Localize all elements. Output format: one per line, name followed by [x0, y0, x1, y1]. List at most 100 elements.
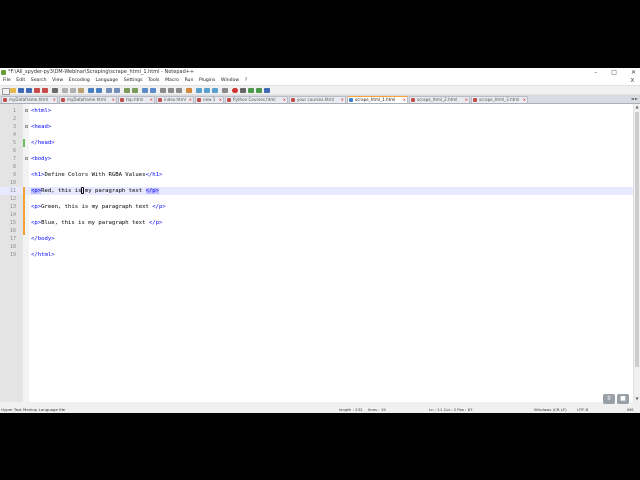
code-line[interactable]: 12: [0, 195, 633, 203]
save-macro-icon[interactable]: [264, 88, 270, 93]
tab-mydataframe-2[interactable]: myDataframe.html ✕: [59, 96, 117, 103]
menu-view[interactable]: View: [52, 78, 63, 83]
tab-close-icon[interactable]: ✕: [283, 97, 286, 103]
document-map-icon[interactable]: [196, 88, 202, 93]
code-text: <h1>Define Colors With RGBA Values</h1>: [31, 171, 162, 179]
tab-scrape-html-3[interactable]: scrape_html_3.html ✕: [471, 96, 528, 103]
menu-settings[interactable]: Settings: [124, 78, 143, 83]
save-all-icon[interactable]: [26, 88, 32, 93]
menu-plugins[interactable]: Plugins: [199, 78, 215, 83]
tab-close-icon[interactable]: ✕: [112, 97, 115, 103]
lang-icon[interactable]: [186, 88, 192, 93]
code-line[interactable]: 10: [0, 179, 633, 187]
menu-run[interactable]: Run: [185, 78, 194, 83]
replace-icon[interactable]: [114, 88, 120, 93]
word-wrap-icon[interactable]: [160, 88, 166, 93]
code-line[interactable]: 4: [0, 131, 633, 139]
new-file-icon[interactable]: [2, 88, 10, 95]
fold-toggle-icon[interactable]: [25, 157, 28, 160]
close-icon[interactable]: [34, 88, 40, 93]
menu-search[interactable]: Search: [31, 78, 47, 83]
play-macro-icon[interactable]: [248, 88, 254, 93]
print-icon[interactable]: [52, 88, 58, 93]
stop-macro-icon[interactable]: [240, 88, 246, 93]
minimize-button[interactable]: –: [594, 68, 597, 77]
function-list-icon[interactable]: [204, 88, 210, 93]
run-macro-multiple-icon[interactable]: [256, 88, 262, 93]
code-editor[interactable]: 1 <html> 2 3 <head> 4 5 </head> 6 7 <body> 8 9 <h1>De…: [0, 104, 633, 402]
code-line[interactable]: 6: [0, 147, 633, 155]
tab-close-icon[interactable]: ✕: [53, 97, 56, 103]
code-line[interactable]: 1 <html>: [0, 107, 633, 115]
code-text: <body>: [31, 155, 51, 163]
open-file-icon[interactable]: [10, 88, 16, 93]
scroll-up-arrow-icon[interactable]: ▲: [634, 104, 640, 110]
tab-close-icon[interactable]: ✕: [341, 97, 344, 103]
fold-toggle-icon[interactable]: [25, 109, 28, 112]
code-line[interactable]: 18: [0, 243, 633, 251]
zoom-in-icon[interactable]: [124, 88, 130, 93]
folder-as-workspace-icon[interactable]: [212, 88, 218, 93]
stop-button[interactable]: ■: [617, 394, 629, 404]
save-icon[interactable]: [18, 88, 24, 93]
menu-edit[interactable]: Edit: [16, 78, 25, 83]
undo-icon[interactable]: [88, 88, 94, 93]
menu-help[interactable]: ?: [245, 78, 247, 83]
tab-close-icon[interactable]: ✕: [189, 97, 192, 103]
tab-close-icon[interactable]: ✕: [219, 97, 222, 103]
tab-mydataframe-1[interactable]: myDataframe.html ✕: [1, 96, 58, 103]
record-macro-icon[interactable]: [232, 88, 238, 93]
indent-guide-icon[interactable]: [176, 88, 182, 93]
code-line[interactable]: 2: [0, 115, 633, 123]
tab-scroll-arrows[interactable]: ◄ ►: [631, 96, 638, 101]
code-line[interactable]: 17 </body>: [0, 235, 633, 243]
code-line[interactable]: 3 <head>: [0, 123, 633, 131]
sync-vertical-icon[interactable]: [142, 88, 148, 93]
tab-close-icon[interactable]: ✕: [523, 97, 526, 103]
cut-icon[interactable]: [62, 88, 68, 93]
code-line[interactable]: 8: [0, 163, 633, 171]
tab-close-icon[interactable]: ✕: [403, 97, 406, 103]
code-line[interactable]: 5 </head>: [0, 139, 633, 147]
zoom-out-icon[interactable]: [132, 88, 138, 93]
code-line[interactable]: 19 </html>: [0, 251, 633, 259]
menu-language[interactable]: Language: [95, 78, 118, 83]
code-line[interactable]: 15 <p>Blue, this is my paragraph text </p…: [0, 219, 633, 227]
menu-window[interactable]: Window: [221, 78, 239, 83]
tab-new-1[interactable]: new 1 ✕: [195, 96, 224, 103]
tab-scrape-html-1[interactable]: scrape_html_1.html ✕: [347, 96, 408, 103]
tab-your-courses[interactable]: your courses.html ✕: [289, 96, 346, 103]
html-tag-token: <h1>: [31, 172, 45, 178]
vertical-scrollbar[interactable]: ▲ ▼: [633, 104, 640, 402]
monitoring-icon[interactable]: [222, 88, 228, 93]
close-all-icon[interactable]: [42, 88, 48, 93]
menu-macro[interactable]: Macro: [165, 78, 179, 83]
maximize-button[interactable]: □: [611, 68, 617, 77]
find-icon[interactable]: [106, 88, 112, 93]
code-line[interactable]: 16: [0, 227, 633, 235]
menu-tools[interactable]: Tools: [148, 78, 159, 83]
redo-icon[interactable]: [96, 88, 102, 93]
menu-encoding[interactable]: Encoding: [69, 78, 90, 83]
tab-index[interactable]: index.html ✕: [156, 96, 194, 103]
code-line[interactable]: 14: [0, 211, 633, 219]
pause-button[interactable]: II: [603, 394, 615, 404]
close-window-button[interactable]: ✕: [631, 68, 636, 77]
code-line[interactable]: 13 <p>Green, this is my paragraph text </…: [0, 203, 633, 211]
close-document-button[interactable]: X: [631, 77, 634, 85]
tab-close-icon[interactable]: ✕: [150, 97, 153, 103]
tab-scrape-html-2[interactable]: scrape_html_2.html ✕: [409, 96, 470, 103]
tab-python-courses[interactable]: Python Courses.html ✕: [225, 96, 288, 103]
scrollbar-thumb[interactable]: [635, 112, 639, 367]
code-line[interactable]: 9 <h1>Define Colors With RGBA Values</h1>: [0, 171, 633, 179]
code-line[interactable]: 7 <body>: [0, 155, 633, 163]
sync-horizontal-icon[interactable]: [150, 88, 156, 93]
fold-toggle-icon[interactable]: [25, 125, 28, 128]
code-line[interactable]: 11 <p>Red, this is my paragraph text </p>: [0, 187, 633, 195]
paste-icon[interactable]: [78, 88, 84, 93]
menu-file[interactable]: File: [3, 78, 11, 83]
tab-top[interactable]: top.html ✕: [118, 96, 155, 103]
show-all-characters-icon[interactable]: [168, 88, 174, 93]
tab-close-icon[interactable]: ✕: [465, 97, 468, 103]
copy-icon[interactable]: [70, 88, 76, 93]
